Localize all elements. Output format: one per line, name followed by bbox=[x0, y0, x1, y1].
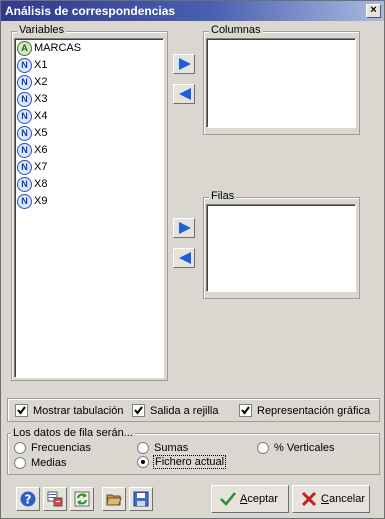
radio-label: Fichero actual bbox=[152, 455, 227, 469]
close-button[interactable]: × bbox=[366, 4, 381, 18]
save-disk-icon bbox=[133, 491, 149, 507]
add-to-columns-button[interactable] bbox=[173, 54, 195, 74]
list-item-x6[interactable]: N X6 bbox=[17, 142, 47, 158]
variable-label: X1 bbox=[34, 59, 48, 71]
radio-frecuencias[interactable]: Frecuencias bbox=[14, 442, 91, 454]
variable-label: X3 bbox=[34, 93, 48, 105]
help-button[interactable]: ? bbox=[16, 487, 40, 511]
filas-legend: Filas bbox=[209, 190, 237, 202]
radio-label: Sumas bbox=[154, 442, 189, 454]
variable-label: X8 bbox=[34, 178, 48, 190]
check-icon bbox=[241, 406, 250, 415]
check-icon bbox=[220, 492, 236, 506]
radio-button[interactable] bbox=[14, 457, 26, 469]
list-item-x4[interactable]: N X4 bbox=[17, 108, 47, 124]
title-bar: Análisis de correspondencias × bbox=[1, 1, 384, 21]
columnas-legend: Columnas bbox=[209, 24, 263, 36]
columnas-list[interactable] bbox=[206, 38, 356, 128]
check-icon bbox=[134, 406, 143, 415]
cancel-label: Cancelar bbox=[321, 493, 366, 505]
remove-from-rows-button[interactable] bbox=[173, 248, 195, 268]
radio-fichero-actual[interactable]: Fichero actual bbox=[137, 455, 227, 469]
variables-icon bbox=[47, 491, 63, 507]
mostrar-tabulacion-checkbox[interactable]: Mostrar tabulación bbox=[15, 404, 124, 417]
checkbox-label: Representación gráfica bbox=[257, 404, 371, 417]
radio-medias[interactable]: Medias bbox=[14, 457, 66, 469]
row-data-legend: Los datos de fila serán... bbox=[11, 427, 135, 439]
radio-label: Frecuencias bbox=[31, 442, 91, 454]
checkbox-box[interactable] bbox=[132, 404, 145, 417]
numeric-variable-icon: N bbox=[17, 159, 32, 175]
checkbox-box[interactable] bbox=[15, 404, 28, 417]
variable-label: X5 bbox=[34, 127, 48, 139]
remove-from-columns-button[interactable] bbox=[173, 84, 195, 104]
checkbox-label: Mostrar tabulación bbox=[33, 404, 124, 417]
list-item-x8[interactable]: N X8 bbox=[17, 176, 47, 192]
accept-button[interactable]: Aceptar bbox=[211, 485, 289, 513]
numeric-variable-icon: N bbox=[17, 142, 32, 158]
list-item-x5[interactable]: N X5 bbox=[17, 125, 47, 141]
radio-selected-dot bbox=[141, 460, 145, 464]
cancel-x-icon bbox=[301, 491, 317, 507]
radio-button[interactable] bbox=[137, 456, 149, 468]
alphanumeric-variable-icon: A bbox=[17, 40, 32, 56]
open-folder-icon bbox=[106, 494, 122, 506]
radio-button[interactable] bbox=[257, 442, 269, 454]
svg-text:?: ? bbox=[25, 493, 32, 507]
cancel-button[interactable]: Cancelar bbox=[292, 485, 370, 513]
arrow-left-icon bbox=[179, 252, 191, 264]
list-item-x3[interactable]: N X3 bbox=[17, 91, 47, 107]
variables-legend: Variables bbox=[17, 24, 67, 36]
open-button[interactable] bbox=[102, 487, 126, 511]
numeric-variable-icon: N bbox=[17, 74, 32, 90]
checkbox-label: Salida a rejilla bbox=[150, 404, 219, 417]
close-icon: × bbox=[370, 4, 377, 16]
radio-label: Medias bbox=[31, 457, 67, 469]
list-item-x2[interactable]: N X2 bbox=[17, 74, 47, 90]
arrow-right-icon bbox=[179, 222, 191, 234]
list-item-x7[interactable]: N X7 bbox=[17, 159, 47, 175]
add-to-rows-button[interactable] bbox=[173, 218, 195, 238]
arrow-left-icon bbox=[179, 88, 191, 100]
filas-list[interactable] bbox=[206, 204, 356, 292]
radio-button[interactable] bbox=[137, 442, 149, 454]
variable-label: X4 bbox=[34, 110, 48, 122]
radio-button[interactable] bbox=[14, 442, 26, 454]
window-title: Análisis de correspondencias bbox=[5, 4, 176, 18]
list-item-marcas[interactable]: A MARCAS bbox=[17, 40, 81, 56]
help-icon: ? bbox=[20, 491, 36, 507]
refresh-icon bbox=[74, 491, 90, 507]
representacion-grafica-checkbox[interactable]: Representación gráfica bbox=[239, 404, 370, 417]
variable-label: X7 bbox=[34, 161, 48, 173]
numeric-variable-icon: N bbox=[17, 176, 32, 192]
variable-label: X6 bbox=[34, 144, 48, 156]
numeric-variable-icon: N bbox=[17, 108, 32, 124]
numeric-variable-icon: N bbox=[17, 57, 32, 73]
correspondence-analysis-dialog: Análisis de correspondencias × Variables… bbox=[0, 0, 385, 519]
numeric-variable-icon: N bbox=[17, 91, 32, 107]
variable-label: MARCAS bbox=[34, 42, 82, 54]
salida-rejilla-checkbox[interactable]: Salida a rejilla bbox=[132, 404, 218, 417]
checkbox-box[interactable] bbox=[239, 404, 252, 417]
variable-label: X9 bbox=[34, 195, 48, 207]
radio-label: % Verticales bbox=[274, 442, 335, 454]
numeric-variable-icon: N bbox=[17, 125, 32, 141]
check-icon bbox=[17, 406, 26, 415]
variables-list[interactable]: A MARCAS N X1 N X2 N X3 N X4 N X5 N X6 N bbox=[14, 38, 164, 378]
variable-label: X2 bbox=[34, 76, 48, 88]
variables-button[interactable] bbox=[43, 487, 67, 511]
list-item-x9[interactable]: N X9 bbox=[17, 193, 47, 209]
refresh-button[interactable] bbox=[70, 487, 94, 511]
arrow-right-icon bbox=[179, 58, 191, 70]
accept-label: Aceptar bbox=[240, 493, 278, 505]
radio-sumas[interactable]: Sumas bbox=[137, 442, 188, 454]
numeric-variable-icon: N bbox=[17, 193, 32, 209]
save-button[interactable] bbox=[129, 487, 153, 511]
list-item-x1[interactable]: N X1 bbox=[17, 57, 47, 73]
radio-verticales[interactable]: % Verticales bbox=[257, 442, 335, 454]
